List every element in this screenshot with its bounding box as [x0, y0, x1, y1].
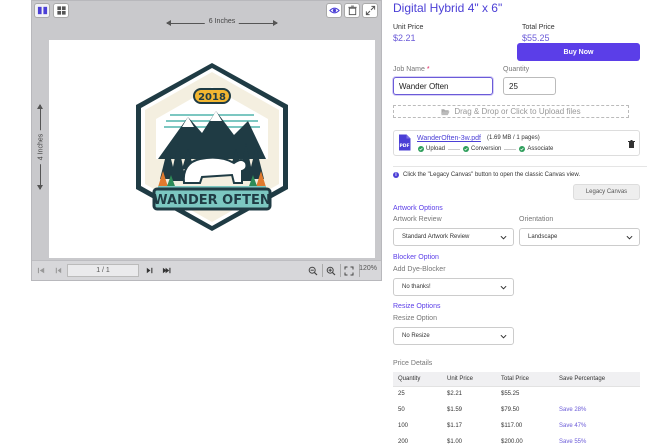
zoom-in-button[interactable] — [324, 264, 338, 277]
file-progress-steps: Upload Conversion Associate — [418, 146, 553, 152]
info-icon: i — [393, 172, 399, 178]
next-page-button[interactable] — [142, 264, 156, 277]
quantity-label: Quantity — [503, 66, 530, 73]
preview-toolbar — [326, 3, 378, 18]
column-header: Unit Price — [442, 372, 496, 387]
resize-option-label: Resize Option — [393, 315, 437, 322]
preview-bottom-bar: 1 / 1 120% — [32, 260, 381, 280]
dye-blocker-select[interactable]: No thanks! — [393, 278, 514, 296]
section-divider — [393, 166, 647, 167]
quantity-input[interactable]: 25 — [503, 77, 556, 95]
table-row: 25 $2.21 $55.25 — [398, 391, 520, 398]
total-price-label: Total Price — [522, 24, 555, 31]
uploaded-file-card: PDF WanderOften-3w.pdf (1.69 MB / 1 page… — [393, 130, 640, 156]
folder-open-icon — [441, 108, 450, 115]
wander-often-badge-artwork: 2018 WANDER OFTEN — [136, 63, 288, 231]
grid-icon — [56, 6, 66, 15]
preview-panel: 6 Inches 4 Inches 2018 WANDER OFTEN 1 / … — [31, 0, 382, 281]
next-page-icon — [146, 267, 152, 274]
pdf-file-icon: PDF — [399, 134, 411, 151]
eye-icon — [328, 7, 340, 14]
width-label: 6 Inches — [204, 18, 240, 25]
job-name-input[interactable]: Wander Often — [393, 77, 493, 95]
blocker-option-title: Blocker Option — [393, 254, 439, 261]
zoom-out-button[interactable] — [306, 264, 320, 277]
chevron-down-icon — [500, 285, 507, 290]
artwork-review-label: Artwork Review — [393, 216, 442, 223]
legacy-canvas-button[interactable]: Legacy Canvas — [573, 184, 640, 200]
upload-dropzone[interactable]: Drag & Drop or Click to Upload files — [393, 105, 629, 118]
table-row: 200 $1.00 $200.00 Save 55% — [398, 439, 587, 444]
step-conversion: Conversion — [463, 146, 501, 152]
resize-options-title: Resize Options — [393, 303, 441, 310]
check-circle-icon — [463, 146, 470, 152]
buy-now-button[interactable]: Buy Now — [517, 43, 640, 61]
height-label: 4 Inches — [37, 129, 45, 165]
zoom-out-icon — [308, 266, 318, 275]
page-indicator[interactable]: 1 / 1 — [67, 264, 139, 277]
height-dimension: 4 Inches — [35, 104, 47, 190]
resize-option-select[interactable]: No Resize — [393, 327, 514, 345]
zoom-in-icon — [326, 266, 336, 275]
product-title: Digital Hybrid 4" x 6" — [393, 1, 503, 15]
prev-page-icon — [55, 267, 61, 274]
price-details-title: Price Details — [393, 360, 433, 367]
fullscreen-button[interactable] — [362, 3, 378, 18]
delete-file-icon[interactable] — [628, 140, 635, 148]
first-page-icon — [37, 267, 44, 274]
column-header: Save Percentage — [554, 372, 640, 387]
file-meta: (1.69 MB / 1 pages) — [487, 135, 540, 141]
fit-to-screen-button[interactable] — [342, 264, 356, 277]
view-toolbar — [34, 3, 69, 18]
columns-icon — [37, 6, 47, 15]
artwork-canvas[interactable]: 2018 WANDER OFTEN — [49, 40, 375, 258]
table-row: 50 $1.59 $79.50 Save 28% — [398, 407, 587, 413]
expand-icon — [365, 5, 375, 16]
file-name-link[interactable]: WanderOften-3w.pdf — [417, 135, 481, 142]
split-view-button[interactable] — [34, 3, 50, 18]
check-circle-icon — [519, 146, 526, 152]
chevron-down-icon — [626, 235, 633, 240]
price-details-table: Quantity Unit Price Total Price Save Per… — [393, 372, 640, 444]
required-marker: * — [426, 66, 430, 73]
step-upload: Upload — [418, 146, 445, 152]
table-row: 100 $1.17 $117.00 Save 47% — [398, 423, 587, 429]
column-header: Quantity — [393, 372, 442, 387]
artwork-options-title: Artwork Options — [393, 205, 443, 212]
unit-price-value: $2.21 — [393, 33, 416, 43]
last-page-button[interactable] — [159, 264, 173, 277]
artwork-year: 2018 — [198, 92, 226, 103]
info-text: Click the "Legacy Canvas" button to open… — [403, 172, 581, 178]
first-page-button[interactable] — [34, 264, 48, 277]
delete-artwork-button[interactable] — [344, 3, 360, 18]
trash-icon — [347, 5, 357, 16]
chevron-down-icon — [500, 235, 507, 240]
total-price-value: $55.25 — [522, 33, 550, 43]
orientation-label: Orientation — [519, 216, 554, 223]
artwork-banner-text: WANDER OFTEN — [153, 193, 270, 208]
legacy-canvas-info: i Click the "Legacy Canvas" button to op… — [393, 172, 580, 178]
step-associate: Associate — [519, 146, 553, 152]
last-page-icon — [162, 267, 170, 274]
svg-text:PDF: PDF — [399, 143, 409, 149]
fit-screen-icon — [344, 266, 354, 275]
check-circle-icon — [418, 146, 424, 152]
table-header-row: Quantity Unit Price Total Price Save Per… — [393, 372, 640, 387]
chevron-down-icon — [500, 334, 507, 339]
orientation-select[interactable]: Landscape — [519, 228, 640, 246]
upload-text: Drag & Drop or Click to Upload files — [454, 107, 581, 116]
preview-toggle-button[interactable] — [326, 3, 342, 18]
unit-price-label: Unit Price — [393, 24, 424, 31]
artwork-review-select[interactable]: Standard Artwork Review — [393, 228, 514, 246]
zoom-level: 120% — [359, 265, 377, 272]
prev-page-button[interactable] — [51, 264, 65, 277]
dye-blocker-label: Add Dye-Blocker — [393, 266, 446, 273]
width-dimension: 6 Inches — [166, 18, 278, 30]
grid-view-button[interactable] — [53, 3, 69, 18]
job-name-label: Job Name * — [393, 66, 430, 73]
column-header: Total Price — [496, 372, 554, 387]
